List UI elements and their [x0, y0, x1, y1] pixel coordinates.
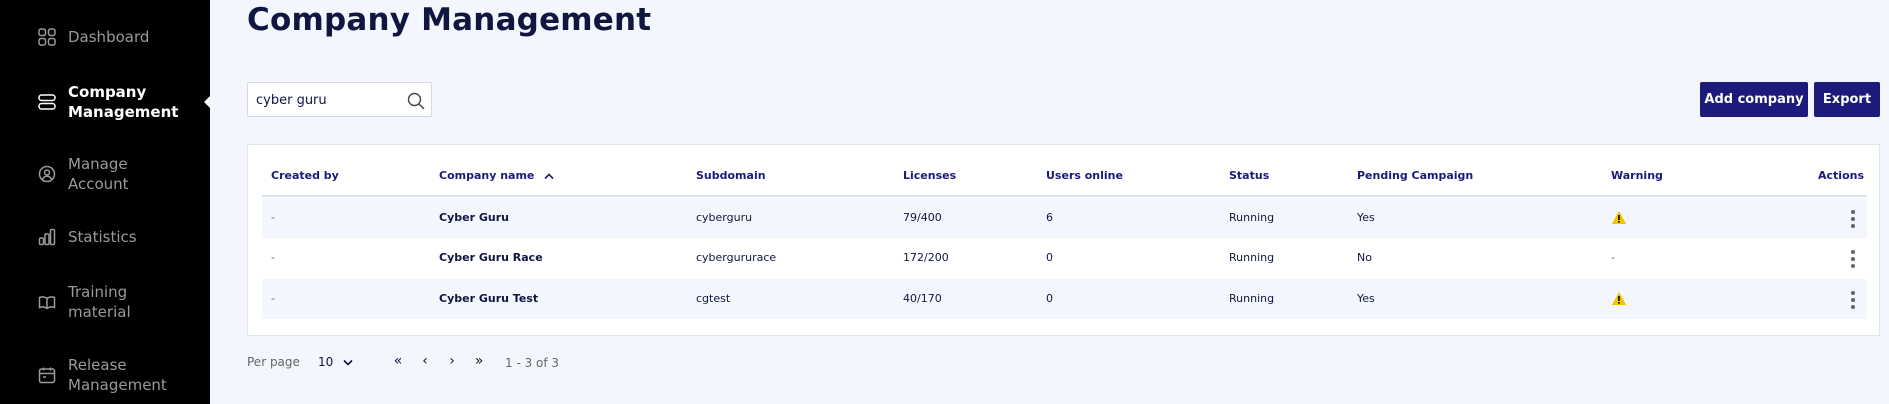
cell-users-online: 6 [1046, 211, 1053, 224]
row-actions-menu-icon[interactable] [1849, 291, 1857, 309]
cell-pending-campaign: Yes [1357, 292, 1375, 305]
company-icon [38, 93, 56, 111]
sidebar: Dashboard Company Management Manage Acco… [0, 0, 211, 404]
last-page-button[interactable]: » [471, 353, 487, 369]
sidebar-item-dashboard[interactable]: Dashboard [38, 27, 149, 47]
cell-created-by: - [271, 251, 275, 264]
table-row[interactable]: - Cyber Guru Race cybergururace 172/200 … [262, 238, 1867, 278]
book-icon [38, 293, 56, 311]
cell-subdomain: cybergururace [696, 251, 777, 264]
statistics-icon [38, 228, 56, 246]
column-header-subdomain[interactable]: Subdomain [696, 169, 766, 182]
per-page-select[interactable]: 10 [318, 355, 353, 369]
column-header-pending-campaign[interactable]: Pending Campaign [1357, 169, 1473, 182]
column-header-users-online[interactable]: Users online [1046, 169, 1123, 182]
cell-company-name: Cyber Guru Race [439, 251, 543, 264]
cell-users-online: 0 [1046, 251, 1053, 264]
cell-users-online: 0 [1046, 292, 1053, 305]
sidebar-item-company-management[interactable]: Company Management [38, 82, 178, 122]
column-header-created-by[interactable]: Created by [271, 169, 339, 182]
cell-warning: - [1611, 251, 1615, 264]
warning-icon [1611, 292, 1627, 305]
cell-status: Running [1229, 251, 1275, 264]
sidebar-item-release-management[interactable]: Release Management [38, 355, 167, 395]
row-actions-menu-icon[interactable] [1849, 250, 1857, 268]
warning-icon [1611, 211, 1627, 224]
account-icon [38, 165, 56, 183]
first-page-button[interactable]: « [390, 353, 406, 369]
page-title: Company Management [247, 2, 652, 38]
sidebar-item-label: Dashboard [68, 28, 150, 46]
cell-subdomain: cyberguru [696, 211, 753, 224]
sidebar-item-label: Company Management [68, 83, 179, 121]
sidebar-item-manage-account[interactable]: Manage Account [38, 154, 129, 194]
cell-pending-campaign: Yes [1357, 211, 1375, 224]
column-header-licenses[interactable]: Licenses [903, 169, 956, 182]
table-row[interactable]: - Cyber Guru cyberguru 79/400 6 Running … [262, 198, 1867, 238]
chevron-down-icon [343, 359, 353, 366]
add-company-button[interactable]: Add company [1700, 82, 1808, 117]
active-indicator [204, 95, 211, 109]
export-button[interactable]: Export [1814, 82, 1880, 117]
sidebar-item-label: Statistics [68, 228, 137, 246]
table-row[interactable]: - Cyber Guru Test cgtest 40/170 0 Runnin… [262, 279, 1867, 319]
search-input[interactable] [256, 89, 396, 111]
cell-company-name: Cyber Guru [439, 211, 509, 224]
cell-status: Running [1229, 211, 1275, 224]
cell-company-name: Cyber Guru Test [439, 292, 539, 305]
cell-licenses: 172/200 [903, 251, 949, 264]
row-actions-menu-icon[interactable] [1849, 210, 1857, 228]
column-header-company-name[interactable]: Company name [439, 169, 554, 182]
cell-licenses: 40/170 [903, 292, 942, 305]
sidebar-item-label: Training material [68, 283, 131, 321]
cell-subdomain: cgtest [696, 292, 731, 305]
cell-status: Running [1229, 292, 1275, 305]
cell-created-by: - [271, 292, 275, 305]
page-range: 1 - 3 of 3 [505, 356, 560, 370]
search-icon[interactable] [406, 91, 426, 111]
sidebar-item-statistics[interactable]: Statistics [38, 227, 137, 247]
sidebar-item-label: Release Management [68, 356, 167, 394]
previous-page-button[interactable]: ‹ [417, 353, 433, 369]
per-page-value: 10 [318, 355, 334, 369]
calendar-icon [38, 366, 56, 384]
dashboard-icon [38, 28, 56, 46]
cell-pending-campaign: No [1357, 251, 1372, 264]
column-header-label: Company name [439, 169, 535, 182]
per-page-label: Per page [247, 355, 300, 369]
cell-licenses: 79/400 [903, 211, 942, 224]
cell-created-by: - [271, 211, 275, 224]
sort-ascending-icon[interactable] [544, 172, 554, 180]
header-divider [262, 195, 1867, 197]
column-header-status[interactable]: Status [1229, 169, 1269, 182]
column-header-warning[interactable]: Warning [1611, 169, 1663, 182]
next-page-button[interactable]: › [444, 353, 460, 369]
sidebar-item-training-material[interactable]: Training material [38, 282, 131, 322]
search-box[interactable] [247, 82, 432, 117]
sidebar-item-label: Manage Account [68, 155, 129, 193]
company-table: Created by Company name Subdomain Licens… [247, 144, 1880, 336]
column-header-actions: Actions [1818, 169, 1864, 182]
